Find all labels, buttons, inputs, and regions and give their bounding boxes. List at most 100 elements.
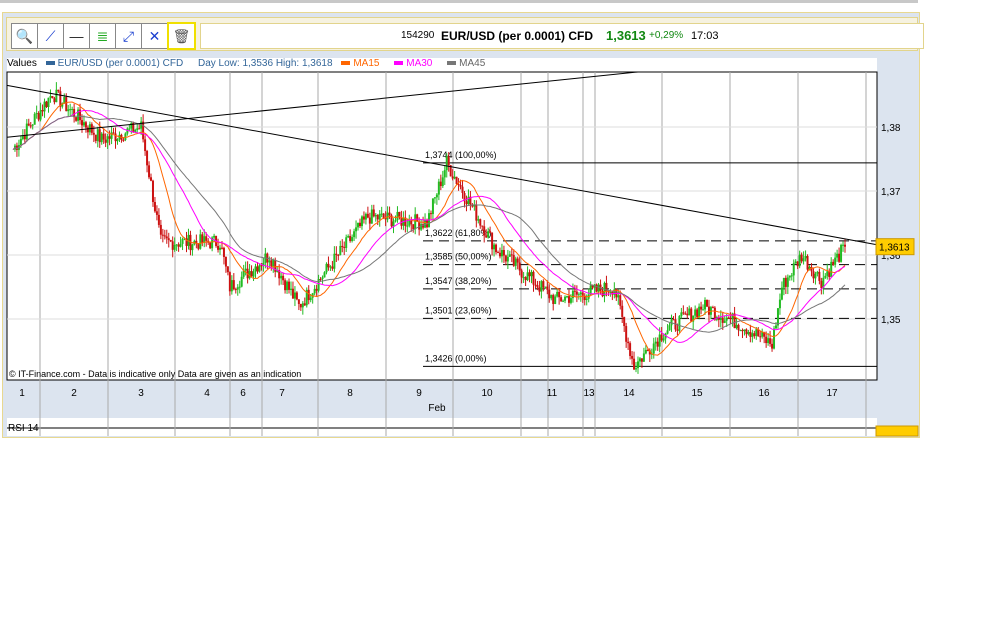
candle — [662, 338, 665, 341]
candle — [536, 285, 539, 288]
candle — [520, 270, 523, 278]
candle — [830, 261, 833, 278]
candle — [577, 294, 580, 296]
candle — [500, 250, 503, 257]
candle — [773, 328, 776, 349]
candle — [374, 215, 377, 217]
fibonacci-label: 1,3744 (100,00%) — [425, 150, 497, 160]
candle — [372, 209, 375, 217]
candle — [394, 220, 397, 222]
candle — [453, 176, 456, 179]
candle — [836, 253, 839, 258]
candle — [702, 309, 705, 311]
candle — [595, 284, 598, 292]
candle — [408, 220, 411, 226]
candle — [433, 197, 436, 199]
candle — [579, 292, 582, 295]
candle — [291, 288, 294, 299]
candle — [638, 358, 641, 362]
x-tick-label: 3 — [138, 388, 144, 399]
candle — [169, 239, 172, 242]
candle — [339, 245, 342, 256]
candle — [410, 220, 413, 225]
candle — [161, 234, 164, 236]
candle — [256, 266, 259, 272]
candle — [295, 292, 298, 300]
candle — [554, 296, 557, 304]
candle — [804, 256, 807, 259]
candle — [142, 121, 145, 140]
candle — [465, 201, 468, 205]
candle — [45, 101, 48, 108]
candle — [743, 329, 746, 332]
candle — [532, 271, 535, 285]
candle — [810, 266, 813, 272]
candle — [437, 181, 440, 195]
candle — [788, 275, 791, 278]
candle — [723, 320, 726, 323]
candle — [585, 298, 588, 301]
candle — [151, 180, 154, 203]
candle — [254, 266, 257, 272]
candle — [800, 254, 803, 262]
candle — [175, 244, 178, 246]
candle — [455, 176, 458, 184]
candle — [420, 224, 423, 230]
candle — [19, 139, 22, 146]
candle — [707, 306, 710, 315]
candle — [171, 241, 174, 250]
candle — [317, 278, 320, 291]
candle — [43, 101, 46, 112]
price-chart[interactable]: RSI 141,381,371,361,351 2 3 4 6 7 8 9 10 11 13 14 15… — [0, 0, 1008, 630]
candle — [96, 129, 99, 141]
candle — [71, 109, 74, 111]
candle — [39, 109, 42, 120]
candle — [102, 133, 105, 140]
candle — [729, 318, 732, 320]
candle — [319, 278, 322, 280]
candle — [780, 287, 783, 300]
candle — [37, 113, 40, 120]
candle — [349, 236, 352, 241]
candle — [769, 338, 772, 344]
candle — [548, 289, 551, 299]
candle — [41, 109, 44, 112]
candle — [562, 300, 565, 302]
candle — [636, 361, 639, 369]
candle — [191, 244, 194, 251]
candle — [81, 120, 84, 126]
x-tick-label: 11 — [547, 388, 558, 399]
candle — [838, 253, 841, 262]
y-tick-label: 1,37 — [881, 187, 901, 198]
candle — [205, 236, 208, 241]
candle — [495, 244, 498, 253]
candle — [668, 325, 671, 331]
candle — [112, 132, 115, 134]
candle — [136, 128, 139, 130]
fibonacci-label: 1,3501 (23,60%) — [425, 305, 492, 315]
fibonacci-label: 1,3585 (50,00%) — [425, 252, 492, 262]
candle — [698, 306, 701, 318]
candle — [642, 353, 645, 362]
x-tick-label: 9 — [416, 388, 422, 399]
candle — [238, 286, 241, 288]
candle — [280, 275, 283, 279]
candle — [737, 324, 740, 331]
candle — [282, 275, 285, 281]
candle — [542, 281, 545, 288]
candle — [335, 253, 338, 255]
candle — [569, 298, 572, 303]
candle — [327, 263, 330, 268]
candle — [209, 242, 212, 249]
candle — [629, 343, 632, 356]
candle — [560, 297, 563, 302]
candle — [357, 222, 360, 228]
candle — [144, 139, 147, 152]
candle — [627, 341, 630, 344]
candle — [353, 231, 356, 238]
candle — [219, 247, 222, 250]
candle — [812, 271, 815, 279]
candle — [778, 299, 781, 309]
candle — [475, 204, 478, 221]
candle — [386, 212, 389, 220]
